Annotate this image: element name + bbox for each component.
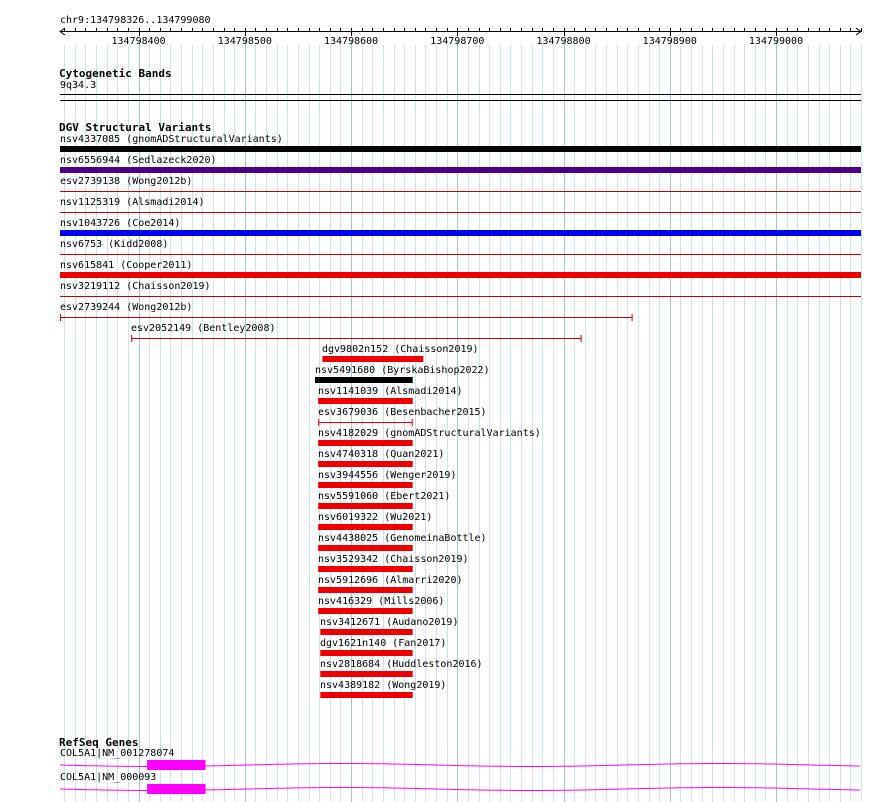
locus-label: chr9:134798326..134799080 [60, 15, 211, 26]
dgv-variant-label[interactable]: nsv5912696 (Almarri2020) [318, 575, 463, 587]
dgv-variant-label[interactable]: nsv2818684 (Huddleston2016) [320, 659, 483, 671]
dgv-variant-label[interactable]: esv3679036 (Besenbacher2015) [318, 407, 487, 419]
dgv-variant-bar[interactable] [60, 167, 861, 173]
dgv-variant-bar[interactable] [318, 524, 413, 530]
refseq-gene-label[interactable]: COL5A1|NM_000093 [60, 772, 156, 784]
dgv-variant-bar[interactable] [318, 461, 413, 467]
dgv-track-title: DGV Structural Variants [59, 121, 212, 134]
dgv-variant-bar[interactable] [320, 629, 413, 635]
refseq-gene-glyphs [59, 760, 860, 794]
cytoband-track-title: Cytogenetic Bands [59, 67, 172, 80]
refseq-gene-label[interactable]: COL5A1|NM_001278074 [60, 748, 174, 760]
dgv-variant-feature[interactable] [320, 671, 413, 677]
dgv-variant-label[interactable]: esv2739244 (Wong2012b) [60, 302, 192, 314]
dgv-variant-label[interactable]: nsv4438025 (GenomeinaBottle) [318, 533, 487, 545]
dgv-variant-feature[interactable] [318, 503, 413, 509]
ruler-tick-label: 134798700 [430, 36, 484, 47]
dgv-variant-bar[interactable] [314, 377, 413, 383]
dgv-variant-bar[interactable] [318, 482, 413, 488]
dgv-variant-bar[interactable] [318, 503, 413, 509]
dgv-variant-feature[interactable] [322, 356, 424, 362]
cytoband-track [60, 94, 861, 101]
dgv-variant-label[interactable]: nsv1043726 (Coe2014) [60, 218, 180, 230]
dgv-variant-feature[interactable] [318, 608, 413, 614]
dgv-variant-feature[interactable] [318, 398, 413, 404]
dgv-variant-bar[interactable] [322, 356, 424, 362]
dgv-variant-bar[interactable] [318, 566, 413, 572]
dgv-variant-feature[interactable] [320, 629, 413, 635]
dgv-variant-label[interactable]: nsv5491680 (ByrskaBishop2022) [315, 365, 490, 377]
dgv-variant-label[interactable]: nsv416329 (Mills2006) [318, 596, 444, 608]
dgv-variant-feature[interactable] [60, 167, 861, 173]
dgv-variant-bar[interactable] [318, 440, 413, 446]
dgv-variant-label[interactable]: nsv3944556 (Wenger2019) [318, 470, 456, 482]
dgv-variant-label[interactable]: nsv4740318 (Quan2021) [318, 449, 444, 461]
dgv-variant-label[interactable]: nsv4182029 (gnomADStructuralVariants) [318, 428, 541, 440]
ruler-tick-label: 134798400 [112, 36, 166, 47]
dgv-variant-label[interactable]: nsv4389182 (Wong2019) [320, 680, 446, 692]
dgv-variant-feature[interactable] [318, 587, 413, 593]
dgv-variant-feature[interactable] [60, 230, 861, 236]
dgv-variant-label[interactable]: nsv615841 (Cooper2011) [60, 260, 192, 272]
cytoband-label[interactable]: 9q34.3 [60, 80, 96, 92]
refseq-gene-feature[interactable] [59, 784, 860, 794]
dgv-variant-bar[interactable] [320, 692, 413, 698]
dgv-variant-feature[interactable] [320, 692, 413, 698]
coordinate-ruler[interactable]: 134798400 134798500 134798600 134798700 1347… [59, 27, 862, 47]
dgv-variant-feature[interactable] [131, 335, 582, 342]
dgv-variant-feature[interactable] [318, 524, 413, 530]
dgv-variant-feature[interactable] [60, 146, 861, 152]
dgv-variant-feature[interactable] [314, 377, 413, 383]
dgv-variant-label[interactable]: nsv3529342 (Chaisson2019) [318, 554, 469, 566]
dgv-variant-feature[interactable] [318, 419, 413, 426]
dgv-variant-bar[interactable] [60, 146, 861, 152]
dgv-variant-label[interactable]: nsv1125319 (Alsmadi2014) [60, 197, 205, 209]
dgv-variant-feature[interactable] [320, 650, 413, 656]
ruler-tick-label: 134799000 [749, 36, 803, 47]
dgv-variant-feature[interactable] [60, 314, 633, 321]
dgv-variant-feature[interactable] [318, 461, 413, 467]
dgv-variant-label[interactable]: nsv6753 (Kidd2008) [60, 239, 168, 251]
dgv-variant-bar[interactable] [320, 671, 413, 677]
dgv-variant-bar[interactable] [60, 272, 861, 278]
ruler-tick-label: 134798900 [643, 36, 697, 47]
dgv-variant-label[interactable]: nsv3219112 (Chaisson2019) [60, 281, 211, 293]
dgv-variant-bar[interactable] [318, 608, 413, 614]
ruler-tick-label: 134798600 [324, 36, 378, 47]
refseq-gene-feature[interactable] [59, 760, 860, 770]
genome-browser-view: 134798400 134798500 134798600 134798700 1347… [0, 0, 890, 802]
gene-exon-block[interactable] [147, 784, 206, 794]
ruler-tick-label: 134798800 [536, 36, 590, 47]
dgv-variant-bar[interactable] [318, 545, 413, 551]
dgv-variant-label[interactable]: nsv6019322 (Wu2021) [318, 512, 432, 524]
dgv-variant-label[interactable]: nsv6556944 (Sedlazeck2020) [60, 155, 217, 167]
dgv-variant-feature[interactable] [318, 545, 413, 551]
dgv-variant-feature[interactable] [318, 440, 413, 446]
dgv-variant-label[interactable]: dgv1621n140 (Fan2017) [320, 638, 446, 650]
dgv-variant-bar[interactable] [320, 650, 413, 656]
dgv-variant-bar[interactable] [318, 587, 413, 593]
ruler-tick-label: 134798500 [218, 36, 272, 47]
dgv-variant-bar[interactable] [60, 230, 861, 236]
dgv-variant-label[interactable]: esv2052149 (Bentley2008) [131, 323, 276, 335]
dgv-variant-label[interactable]: nsv5591060 (Ebert2021) [318, 491, 450, 503]
dgv-variant-feature[interactable] [318, 482, 413, 488]
gene-exon-block[interactable] [147, 760, 206, 770]
dgv-variant-label[interactable]: nsv1141039 (Alsmadi2014) [318, 386, 463, 398]
dgv-variant-feature[interactable] [318, 566, 413, 572]
dgv-variant-bar[interactable] [318, 398, 413, 404]
dgv-variant-feature[interactable] [60, 272, 861, 278]
dgv-variant-label[interactable]: dgv9802n152 (Chaisson2019) [322, 344, 479, 356]
dgv-variant-label[interactable]: nsv3412671 (Audano2019) [320, 617, 458, 629]
dgv-variant-label[interactable]: nsv4337085 (gnomADStructuralVariants) [60, 134, 283, 146]
dgv-variant-label[interactable]: esv2739138 (Wong2012b) [60, 176, 192, 188]
